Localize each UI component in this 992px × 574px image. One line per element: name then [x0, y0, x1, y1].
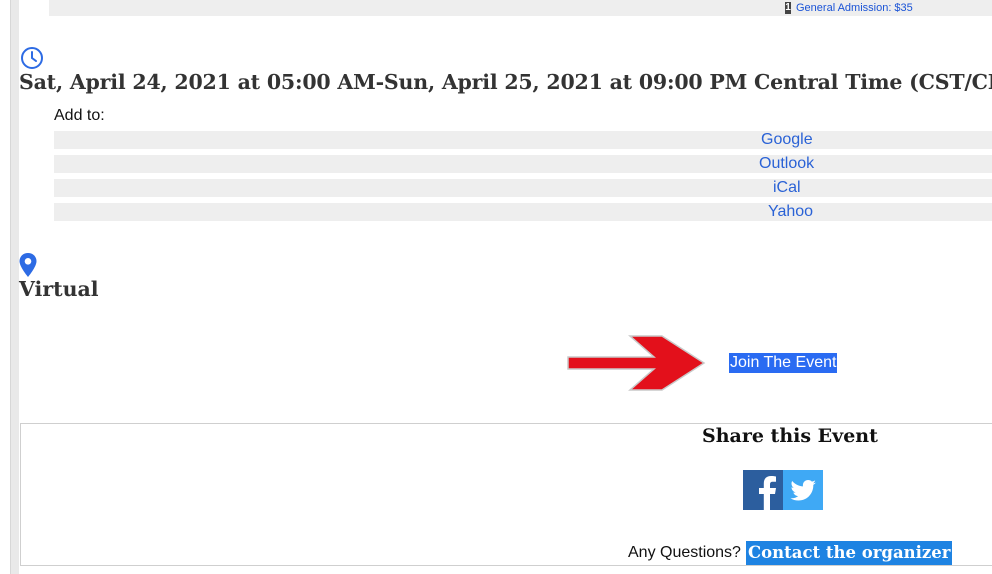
add-to-label: Add to:	[54, 107, 105, 124]
yahoo-calendar-link[interactable]: Yahoo	[768, 203, 813, 221]
event-page: 1 General Admission: $35 Sat, April 24, …	[0, 0, 992, 574]
ticket-quantity: 1	[785, 2, 791, 14]
calendar-row-yahoo: Yahoo	[54, 203, 992, 221]
google-calendar-link[interactable]: Google	[761, 131, 813, 149]
contact-organizer-button[interactable]: Contact the organizer	[746, 541, 953, 565]
share-title: Share this Event	[702, 425, 878, 447]
location-pin-icon	[19, 253, 37, 277]
calendar-row-ical: iCal	[54, 179, 992, 197]
ticket-row: 1 General Admission: $35	[49, 0, 992, 16]
event-datetime: Sat, April 24, 2021 at 05:00 AM-Sun, Apr…	[19, 70, 992, 94]
twitter-icon[interactable]	[783, 470, 823, 510]
ticket-label[interactable]: General Admission: $35	[796, 1, 913, 15]
questions-label: Any Questions?	[628, 544, 741, 561]
event-location: Virtual	[19, 277, 99, 301]
outlook-calendar-link[interactable]: Outlook	[759, 155, 814, 173]
facebook-icon[interactable]	[743, 470, 783, 510]
clock-icon	[21, 47, 43, 69]
calendar-row-google: Google	[54, 131, 992, 149]
ical-calendar-link[interactable]: iCal	[773, 179, 801, 197]
join-event-button[interactable]: Join The Event	[729, 353, 838, 373]
left-border	[10, 0, 19, 574]
red-arrow-icon	[567, 335, 706, 391]
calendar-row-outlook: Outlook	[54, 155, 992, 173]
